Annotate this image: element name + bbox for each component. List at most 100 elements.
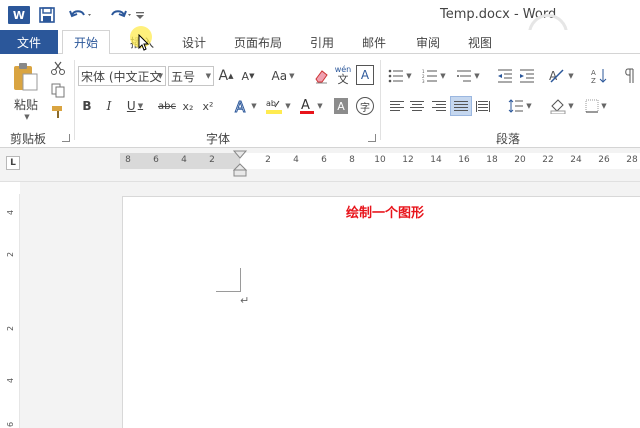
tab-mailings[interactable]: 邮件 [354, 30, 394, 54]
margin-corner-mark [216, 291, 241, 292]
clipboard-group-label: 剪贴板 [10, 132, 47, 146]
highlight-icon[interactable]: ab ▼ [264, 96, 292, 116]
center-icon[interactable] [408, 96, 426, 116]
ruler-tick-label: 12 [402, 155, 414, 165]
phonetic-guide-button[interactable]: wén 文 [332, 62, 354, 88]
bold-button[interactable]: B [80, 96, 94, 116]
ruler-tick-label: 22 [542, 155, 554, 165]
ribbon-tabs: 文件 开始 插入 设计 页面布局 引用 邮件 审阅 视图 [0, 30, 640, 55]
paste-icon[interactable] [8, 60, 42, 94]
tab-home[interactable]: 开始 [62, 30, 110, 55]
group-divider [74, 60, 75, 140]
svg-text:ab: ab [266, 99, 276, 108]
distributed-icon[interactable] [474, 96, 492, 116]
tab-references[interactable]: 引用 [302, 30, 342, 54]
ribbon-home: 粘贴 ▼ 剪贴板 宋体 (中文正文 ▼ 五号 ▼ A ▲ A ▼ Aa ▼ wén 文 A… [0, 54, 640, 148]
chinese-layout-icon[interactable]: A ▼ [546, 66, 576, 86]
ruler-tick-label: 14 [430, 155, 442, 165]
document-page[interactable] [122, 196, 640, 428]
strikethrough-button[interactable]: abc [156, 96, 178, 116]
char-border-button[interactable]: A [356, 65, 374, 85]
copy-icon[interactable] [48, 80, 68, 100]
save-icon[interactable] [38, 6, 56, 24]
text-effects-icon[interactable]: A ▼ [232, 96, 258, 116]
char-shading-button[interactable]: A [334, 98, 348, 114]
ruler-tick-label: 2 [6, 325, 16, 332]
word-app-icon[interactable]: W [8, 6, 30, 24]
justify-icon[interactable] [450, 96, 472, 116]
ruler-tick-label: 4 [181, 155, 187, 165]
ruler-tick-label: 20 [514, 155, 526, 165]
ruler-tick-label: 8 [349, 155, 355, 165]
change-case-button[interactable]: Aa ▼ [268, 66, 298, 86]
group-divider [380, 60, 381, 140]
font-group-label: 字体 [206, 132, 231, 146]
ruler-tick-label: 6 [6, 421, 16, 428]
instruction-caption: 绘制一个图形 [346, 206, 425, 221]
svg-text:3: 3 [422, 79, 425, 83]
ruler-tick-label: 8 [125, 155, 131, 165]
svg-text:Z: Z [591, 77, 596, 84]
paste-button[interactable]: 粘贴 [10, 94, 42, 114]
vertical-ruler[interactable]: 4 2 2 4 6 [4, 194, 20, 428]
show-marks-icon[interactable] [620, 66, 640, 86]
indent-marker-icon[interactable] [232, 150, 248, 181]
borders-icon[interactable]: ▼ [582, 96, 610, 116]
tab-review[interactable]: 审阅 [408, 30, 448, 54]
tab-selector-button[interactable]: L [6, 156, 20, 170]
paragraph-group-label: 段落 [496, 132, 521, 146]
ruler-tick-label: 28 [626, 155, 638, 165]
mouse-pointer-icon [138, 33, 152, 55]
increase-indent-icon[interactable] [518, 66, 536, 86]
format-painter-icon[interactable] [48, 102, 68, 122]
ruler-tick-label: 6 [153, 155, 159, 165]
svg-text:A: A [591, 69, 596, 77]
superscript-button[interactable]: x² [200, 96, 216, 116]
ruler-tick-label: 6 [321, 155, 327, 165]
clear-format-icon[interactable] [312, 66, 330, 86]
align-left-icon[interactable] [388, 96, 406, 116]
ruler-tick-label: 16 [458, 155, 470, 165]
multilevel-list-icon[interactable]: ▼ [454, 66, 482, 86]
align-right-icon[interactable] [430, 96, 448, 116]
subscript-button[interactable]: x₂ [180, 96, 196, 116]
tab-page-layout[interactable]: 页面布局 [226, 30, 290, 54]
italic-button[interactable]: I [102, 96, 116, 116]
horizontal-ruler[interactable]: 8 6 4 2 2 4 6 8 10 12 14 16 18 20 22 24 26 28 [120, 153, 640, 169]
svg-text:A: A [301, 98, 310, 113]
tab-file[interactable]: 文件 [0, 30, 58, 54]
font-size-combo[interactable]: 五号 ▼ [168, 66, 214, 86]
numbering-icon[interactable]: 1 2 3 ▼ [420, 66, 448, 86]
ruler-tick-label: 24 [570, 155, 582, 165]
cut-icon[interactable] [48, 58, 68, 78]
shading-icon[interactable]: ▼ [548, 96, 576, 116]
line-spacing-icon[interactable]: ▼ [506, 96, 534, 116]
bullets-icon[interactable]: ▼ [386, 66, 414, 86]
paste-dropdown[interactable]: ▼ [12, 112, 40, 122]
enclose-char-button[interactable]: 字 [356, 97, 374, 115]
font-launcher-icon[interactable] [368, 134, 376, 142]
underline-button[interactable]: U ▼ [122, 96, 148, 116]
horizontal-ruler-area: L 8 6 4 2 2 4 6 8 10 12 14 16 18 20 22 24 26 28 [0, 148, 640, 182]
shrink-font-button[interactable]: A ▼ [240, 66, 256, 86]
customize-qat-icon[interactable] [134, 6, 146, 24]
ruler-tick-label: 4 [6, 377, 16, 384]
ruler-tick-label: 18 [486, 155, 498, 165]
svg-text:A: A [235, 98, 246, 114]
ruler-tick-label: 2 [209, 155, 215, 165]
tab-view[interactable]: 视图 [460, 30, 500, 54]
decrease-indent-icon[interactable] [496, 66, 514, 86]
font-name-combo[interactable]: 宋体 (中文正文 ▼ [78, 66, 166, 86]
ruler-tick-label: 2 [265, 155, 271, 165]
grow-font-button[interactable]: A ▲ [218, 66, 234, 86]
sort-icon[interactable]: AZ [590, 66, 608, 86]
redo-icon[interactable] [106, 6, 136, 24]
paragraph-mark: ↵ [240, 294, 250, 307]
ruler-tick-label: 4 [6, 209, 16, 216]
ruler-margin-area [120, 153, 240, 169]
undo-icon[interactable] [66, 6, 96, 24]
clipboard-launcher-icon[interactable] [62, 134, 70, 142]
tab-design[interactable]: 设计 [174, 30, 214, 54]
font-color-icon[interactable]: A ▼ [298, 96, 324, 116]
ruler-tick-label: 4 [293, 155, 299, 165]
